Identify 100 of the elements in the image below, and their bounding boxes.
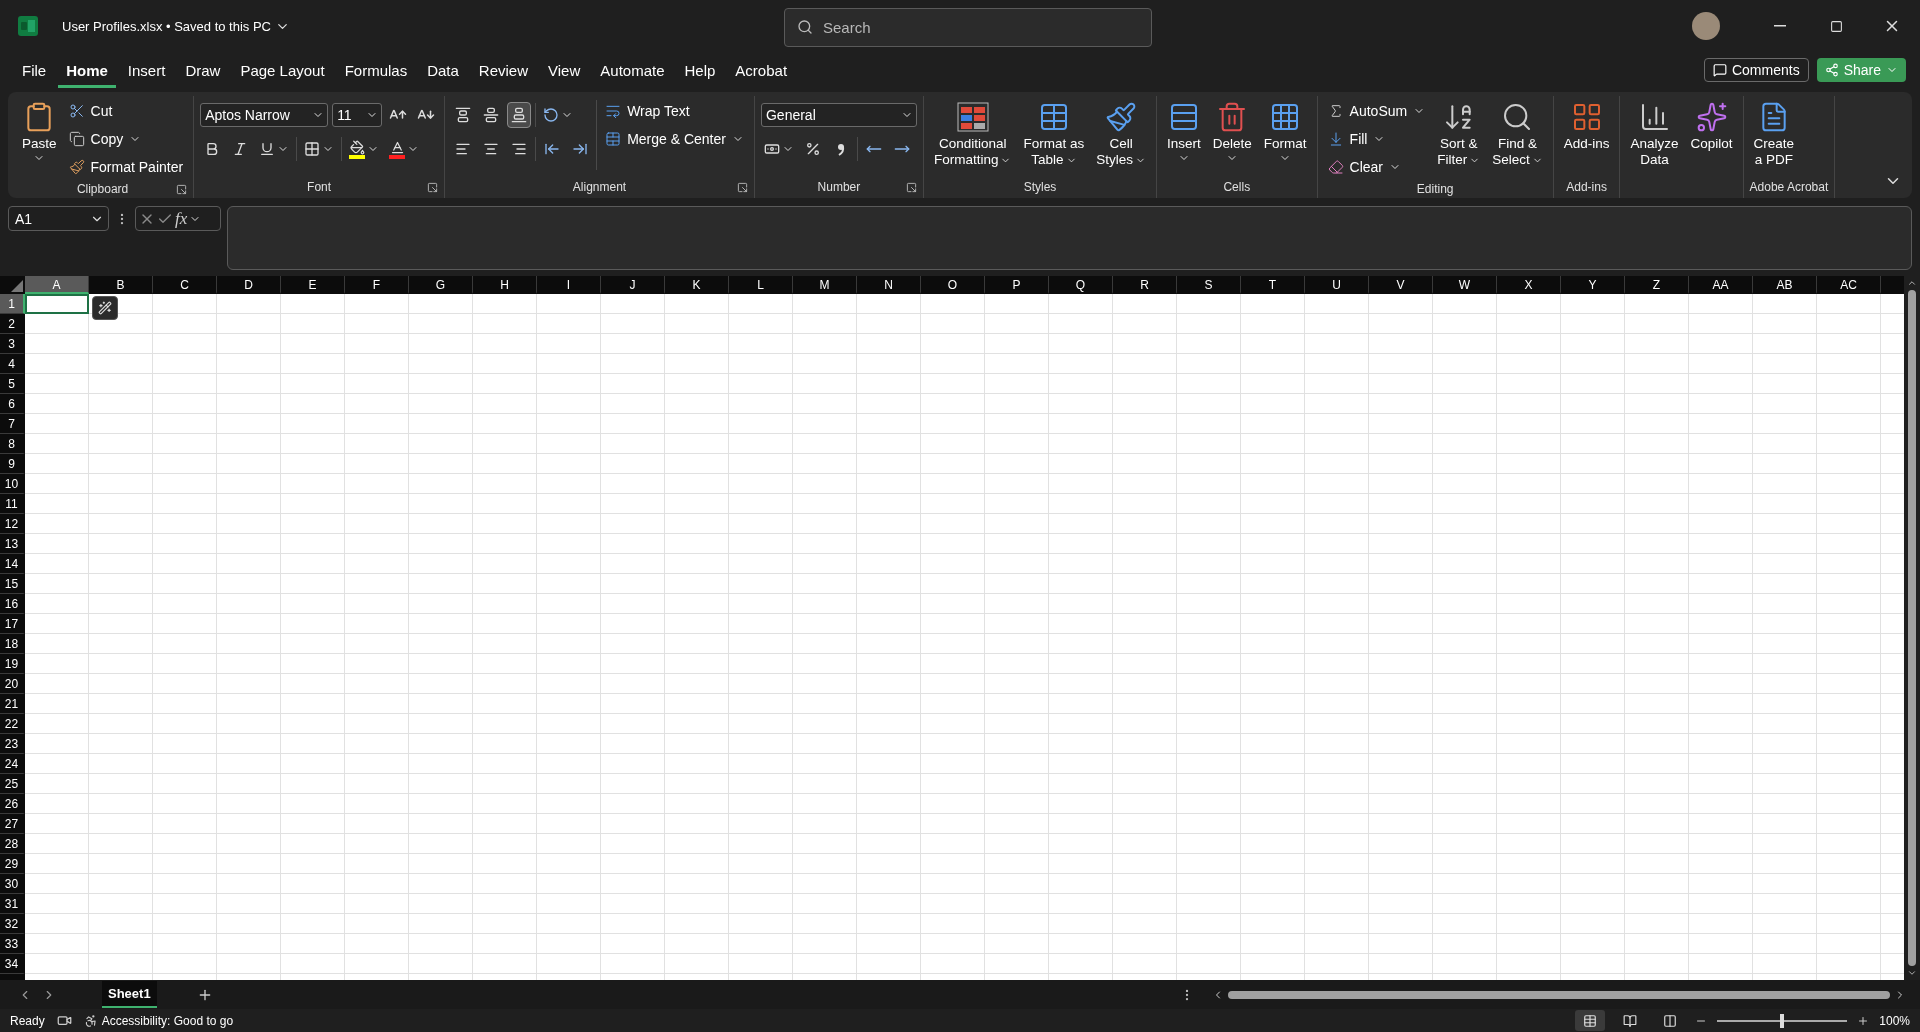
wrap-text-icon	[605, 103, 622, 119]
number-format-field[interactable]: General	[760, 103, 917, 127]
ribbon-button[interactable]: Copilot	[1686, 96, 1737, 154]
menu-tab[interactable]: Page Layout	[232, 58, 333, 88]
align-left-icon	[455, 141, 472, 157]
group-label: Clipboard	[76, 182, 129, 196]
comma-icon	[835, 141, 846, 157]
align-button[interactable]	[507, 102, 532, 128]
expand-corner-icon	[905, 181, 917, 193]
ribbon-button[interactable]: Delete	[1208, 96, 1256, 166]
zoom-in-icon[interactable]	[1857, 1014, 1870, 1027]
dialog-launcher-button[interactable]	[176, 183, 188, 195]
font-name-field[interactable]: Aptos Narrow	[200, 103, 329, 127]
ribbon-button[interactable]: Format Painter	[64, 154, 188, 180]
share-button[interactable]: Share	[1816, 58, 1906, 82]
insert-function-button[interactable]: fx	[175, 208, 188, 229]
magic-wand-icon	[98, 301, 112, 315]
scroll-down-icon	[1907, 968, 1917, 978]
spreadsheet-app-icon	[18, 16, 38, 36]
group-label: Add-ins	[1566, 180, 1607, 194]
ribbon-button[interactable]: Wrap Text	[601, 98, 748, 124]
restore-icon	[1829, 19, 1843, 33]
formula-field[interactable]	[227, 206, 1912, 270]
increase-indent-icon	[572, 141, 589, 157]
ribbon-button[interactable]: Insert	[1163, 96, 1205, 166]
highlighted-grid-icon	[956, 102, 989, 132]
group-label: Styles	[1023, 180, 1057, 194]
menu-tab[interactable]: Help	[676, 58, 724, 88]
menu-tab[interactable]: Home	[58, 58, 116, 88]
group-label: Alignment	[572, 180, 627, 194]
vertical-align-icon	[455, 107, 472, 123]
menu-tab[interactable]: Insert	[119, 58, 174, 88]
ribbon-button[interactable]: Format	[1259, 96, 1311, 166]
banknote-icon	[763, 141, 780, 157]
ribbon-button[interactable]: Merge & Center	[601, 126, 748, 152]
menu-tab[interactable]: Draw	[177, 58, 229, 88]
accessibility-status[interactable]: Accessibility: Good to go	[83, 1013, 234, 1028]
ribbon-button[interactable]: Format as Table	[1019, 96, 1089, 170]
group-label: Font	[307, 180, 332, 194]
ribbon-button[interactable]: Cut	[64, 98, 188, 124]
row-header[interactable]: 1	[0, 294, 25, 314]
paint-bucket-icon	[349, 139, 366, 159]
dialog-launcher-button[interactable]	[905, 181, 917, 193]
percent-icon	[804, 141, 821, 157]
borders-icon	[304, 141, 321, 157]
menu-tab[interactable]: Automate	[592, 58, 673, 88]
scissors-icon	[68, 103, 85, 119]
eraser-icon	[1327, 159, 1344, 175]
group-label: Adobe Acrobat	[1749, 180, 1829, 194]
quick-analysis-button[interactable]	[92, 296, 118, 320]
paintbrush-icon	[68, 159, 85, 175]
font-size-field[interactable]: 11	[332, 103, 383, 127]
column-header[interactable]: A	[25, 276, 89, 294]
expand-corner-icon	[736, 181, 748, 193]
ribbon-button[interactable]: Clear	[1323, 154, 1430, 180]
name-box[interactable]: A1	[8, 206, 109, 231]
dialog-launcher-button[interactable]	[427, 181, 439, 193]
ribbon-button[interactable]: AutoSum	[1323, 98, 1430, 124]
zoom-level[interactable]: 100%	[1879, 1013, 1910, 1028]
ribbon-button[interactable]: Cell Styles	[1092, 96, 1150, 170]
page-layout-icon	[1623, 1013, 1638, 1028]
user-avatar[interactable]	[1692, 12, 1720, 40]
search-icon	[797, 19, 813, 35]
search-field[interactable]: Search	[784, 8, 1152, 47]
menu-tab[interactable]: Acrobat	[727, 58, 796, 88]
align-right-icon	[511, 141, 528, 157]
ribbon-button[interactable]: Analyze Data	[1626, 96, 1683, 170]
active-cell	[25, 294, 89, 314]
ribbon-button[interactable]: Sort & Filter	[1433, 96, 1485, 170]
status-text: Ready	[10, 1013, 45, 1028]
menu-tab[interactable]: View	[540, 58, 589, 88]
font-color-icon	[389, 139, 406, 159]
menu-tab[interactable]: Data	[419, 58, 467, 88]
dialog-launcher-button[interactable]	[736, 181, 748, 193]
scroll-up-icon	[1907, 278, 1917, 288]
ribbon-button[interactable]: Conditional Formatting	[929, 96, 1016, 170]
ribbon-button[interactable]: Create a PDF	[1749, 96, 1799, 170]
ribbon-button[interactable]: Add-ins	[1559, 96, 1614, 154]
zoom-thumb[interactable]	[1780, 1013, 1785, 1028]
ribbon-button[interactable]: Find & Select	[1488, 96, 1547, 170]
ribbon-button[interactable]: Paste	[18, 96, 61, 166]
page-break-icon	[1663, 1013, 1678, 1028]
menu-tab[interactable]: File	[14, 58, 55, 88]
rotate-icon	[543, 107, 560, 123]
comments-button[interactable]: Comments	[1703, 58, 1809, 82]
menu-tab[interactable]: Formulas	[336, 58, 416, 88]
vertical-align-icon	[511, 107, 528, 123]
sheet-tab[interactable]: Sheet1	[102, 981, 157, 1008]
view-button[interactable]	[1575, 1010, 1606, 1031]
menu-tab[interactable]: Review	[470, 58, 537, 88]
align-center-icon	[483, 141, 500, 157]
group-label: Editing	[1416, 182, 1454, 196]
cell-grid[interactable]	[25, 294, 1904, 980]
accessibility-icon	[83, 1013, 98, 1028]
sparkles-icon	[1695, 101, 1728, 133]
ribbon-button[interactable]: Copy	[64, 126, 188, 152]
triangle-icon	[11, 280, 23, 292]
ribbon-button[interactable]: Fill	[1323, 126, 1430, 152]
group-label: Number	[817, 180, 861, 194]
comment-icon	[1712, 63, 1727, 77]
